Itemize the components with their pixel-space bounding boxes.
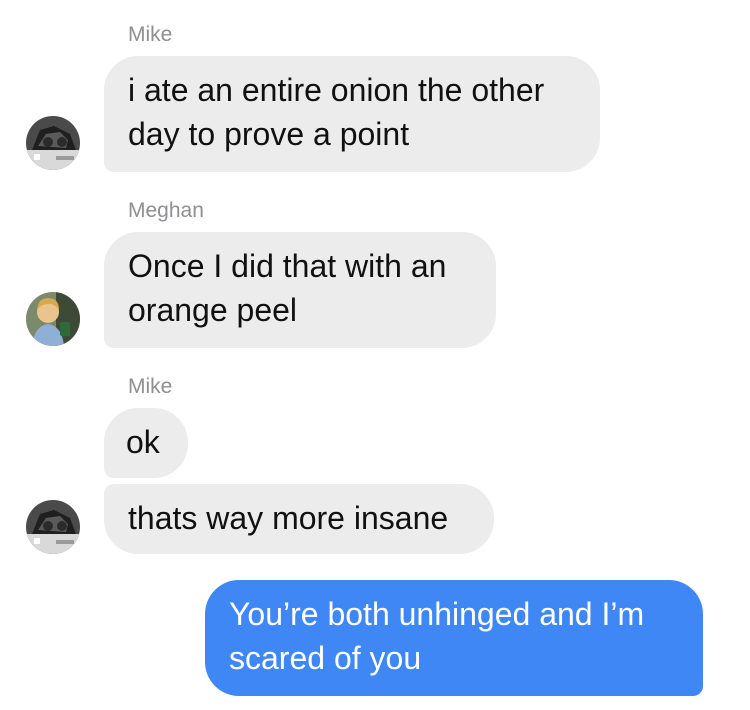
outgoing-message-bubble[interactable]: You’re both unhinged and I’m scared of y… bbox=[205, 580, 703, 696]
message-bubble[interactable]: ok bbox=[104, 408, 188, 478]
message-bubble[interactable]: i ate an entire onion the other day to p… bbox=[104, 56, 600, 172]
mike-avatar[interactable] bbox=[26, 500, 80, 554]
meghan-avatar[interactable] bbox=[26, 292, 80, 346]
sender-name: Mike bbox=[128, 23, 173, 46]
message-text-line: i ate an entire onion the other bbox=[128, 72, 545, 108]
message-text-line: orange peel bbox=[128, 292, 298, 328]
sender-name: Meghan bbox=[128, 199, 204, 222]
message-bubble[interactable]: Once I did that with an orange peel bbox=[104, 232, 496, 348]
message-bubble[interactable]: thats way more insane bbox=[104, 484, 494, 554]
message-text-line: You’re both unhinged and I’m bbox=[229, 596, 645, 632]
mike-avatar[interactable] bbox=[26, 116, 80, 170]
message-text: thats way more insane bbox=[128, 500, 449, 536]
sender-name: Mike bbox=[128, 375, 173, 398]
message-text-line: day to prove a point bbox=[128, 116, 410, 152]
message-text-line: scared of you bbox=[229, 640, 422, 676]
message-text: ok bbox=[126, 424, 160, 460]
message-text-line: Once I did that with an bbox=[128, 248, 447, 284]
